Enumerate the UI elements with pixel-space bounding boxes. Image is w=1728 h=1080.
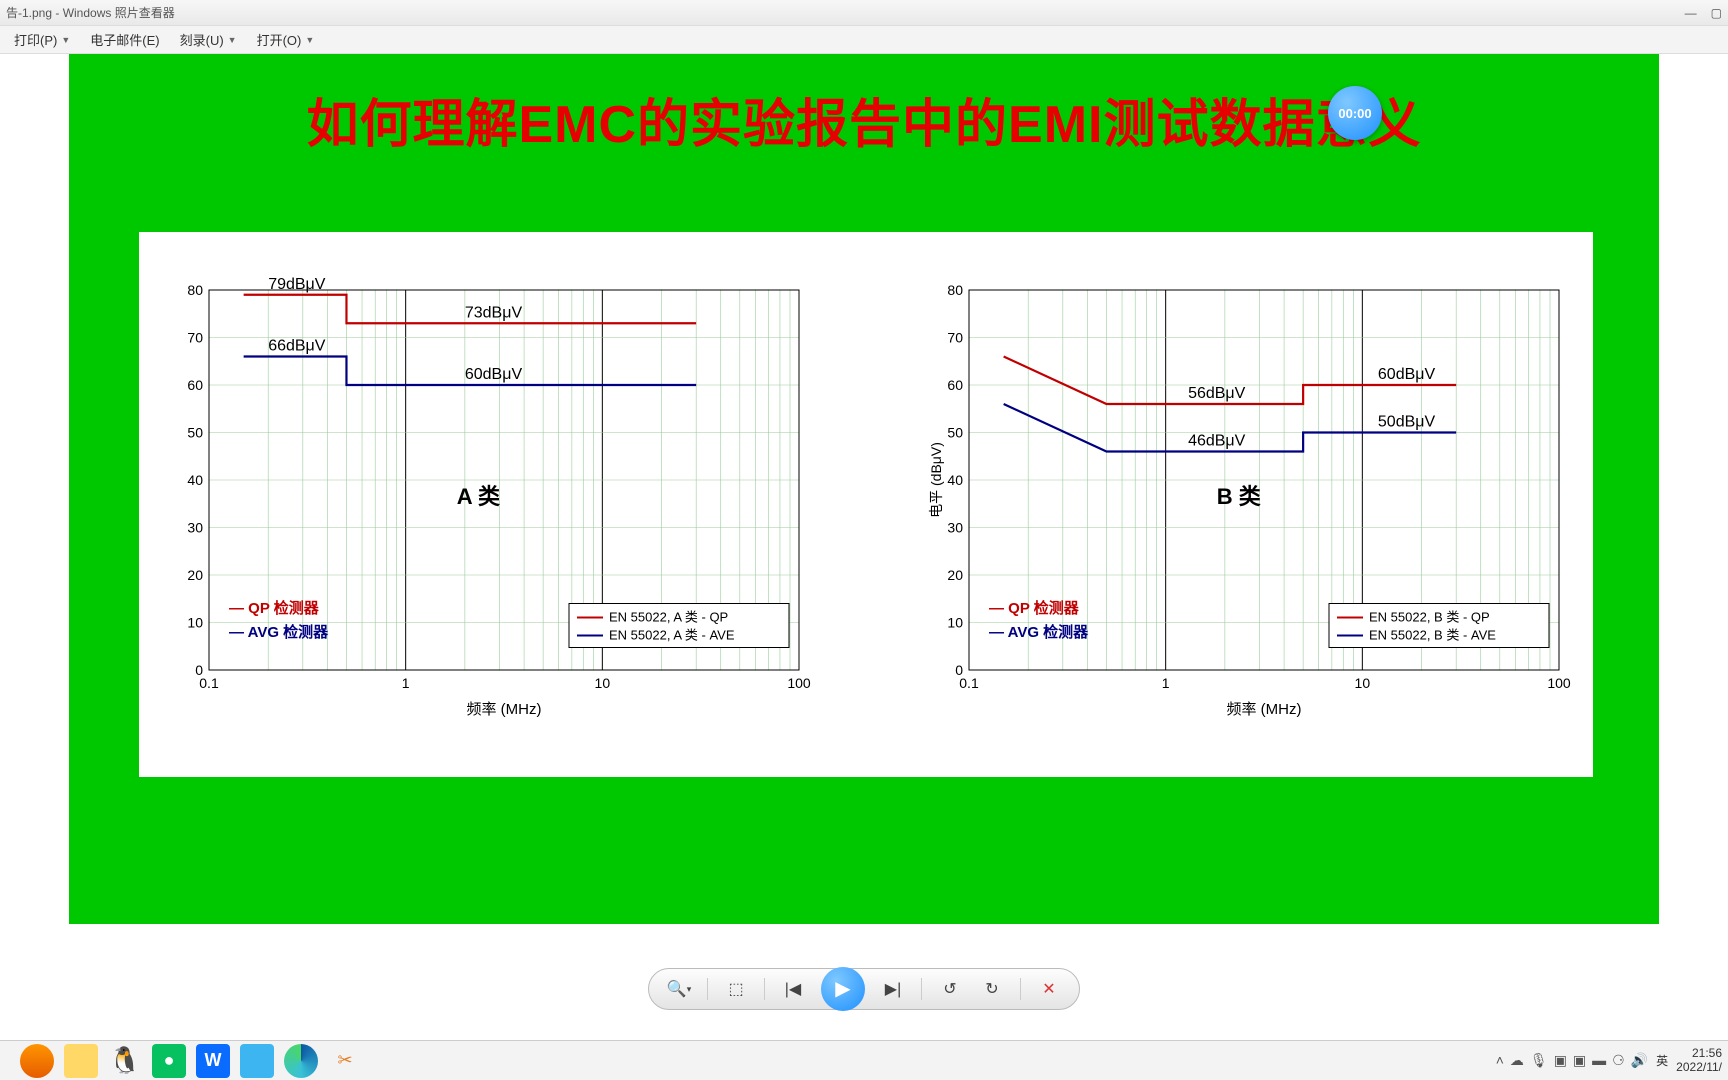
svg-text:1: 1 <box>402 675 410 691</box>
window-titlebar: 告-1.png - Windows 照片查看器 — ▢ <box>0 0 1728 26</box>
svg-text:EN 55022, A 类 - AVE: EN 55022, A 类 - AVE <box>609 628 735 643</box>
svg-text:70: 70 <box>947 330 963 346</box>
window-min[interactable]: — <box>1685 6 1697 20</box>
menu-open[interactable]: 打开(O)▼ <box>249 30 323 49</box>
window-title: 告-1.png - Windows 照片查看器 <box>6 4 175 21</box>
svg-text:EN 55022, A 类 - QP: EN 55022, A 类 - QP <box>609 610 728 625</box>
file-explorer-icon[interactable] <box>64 1044 98 1078</box>
menu-burn[interactable]: 刻录(U)▼ <box>172 30 245 49</box>
svg-text:70: 70 <box>187 330 203 346</box>
chart-class-a: 010203040506070800.1110100频率 (MHz)79dBμV… <box>169 270 819 770</box>
separator <box>764 978 765 1000</box>
fit-button[interactable]: ⬚ <box>722 975 750 1003</box>
chart-class-b: 010203040506070800.1110100频率 (MHz)电平 (dB… <box>929 270 1579 770</box>
svg-text:60: 60 <box>947 377 963 393</box>
taskbar-apps: 🐧 ● W ✂ <box>20 1044 362 1078</box>
svg-text:— QP 检测器: — QP 检测器 <box>989 599 1080 617</box>
svg-text:频率 (MHz): 频率 (MHz) <box>1227 701 1302 718</box>
photos-icon[interactable] <box>240 1044 274 1078</box>
taskbar: 🐧 ● W ✂ ˄ ☁ 🎙 ▣ ▣ ▬ ⚆ 🔊 英 21:56 2022/11/ <box>0 1040 1728 1080</box>
tray-icon[interactable]: ▣ <box>1573 1052 1586 1069</box>
svg-text:40: 40 <box>187 472 203 488</box>
next-button[interactable]: ▶| <box>879 975 907 1003</box>
chart-container: 010203040506070800.1110100频率 (MHz)79dBμV… <box>139 232 1593 777</box>
svg-text:30: 30 <box>947 520 963 536</box>
svg-text:EN 55022, B 类 - AVE: EN 55022, B 类 - AVE <box>1369 628 1496 643</box>
svg-text:B 类: B 类 <box>1217 484 1262 509</box>
svg-text:50: 50 <box>187 425 203 441</box>
viewer-toolbar: 🔍▾ ⬚ |◀ ▶ ▶| ↺ ↻ ✕ <box>648 968 1080 1010</box>
system-tray: ˄ ☁ 🎙 ▣ ▣ ▬ ⚆ 🔊 英 21:56 2022/11/ <box>1496 1047 1722 1073</box>
svg-text:0.1: 0.1 <box>199 675 219 691</box>
tray-clock[interactable]: 21:56 2022/11/ <box>1676 1047 1722 1073</box>
rotate-ccw-button[interactable]: ↺ <box>936 975 964 1003</box>
svg-text:30: 30 <box>187 520 203 536</box>
svg-text:EN 55022, B 类 - QP: EN 55022, B 类 - QP <box>1369 610 1490 625</box>
svg-text:1: 1 <box>1162 675 1170 691</box>
svg-text:56dBμV: 56dBμV <box>1188 385 1246 402</box>
ime-indicator[interactable]: 英 <box>1656 1052 1668 1069</box>
svg-text:50: 50 <box>947 425 963 441</box>
separator <box>1020 978 1021 1000</box>
svg-text:60dBμV: 60dBμV <box>465 366 523 383</box>
chevron-down-icon: ▼ <box>61 35 70 45</box>
tray-icon[interactable]: ▣ <box>1554 1052 1567 1069</box>
snip-icon[interactable]: ✂ <box>328 1044 362 1078</box>
separator <box>921 978 922 1000</box>
svg-text:— QP 检测器: — QP 检测器 <box>229 599 320 617</box>
photo-viewer-area: 如何理解EMC的实验报告中的EMI测试数据意义 0102030405060708… <box>0 54 1728 924</box>
zoom-button[interactable]: 🔍▾ <box>665 975 693 1003</box>
chevron-down-icon: ▼ <box>228 35 237 45</box>
svg-text:A 类: A 类 <box>457 484 501 509</box>
svg-text:79dBμV: 79dBμV <box>268 276 326 293</box>
chevron-down-icon: ▼ <box>305 35 314 45</box>
svg-text:100: 100 <box>1547 675 1571 691</box>
svg-text:10: 10 <box>595 675 611 691</box>
chevron-up-icon[interactable]: ˄ <box>1496 1052 1504 1069</box>
slideshow-button[interactable]: ▶ <box>821 967 865 1011</box>
wps-icon[interactable]: W <box>196 1044 230 1078</box>
prev-button[interactable]: |◀ <box>779 975 807 1003</box>
svg-text:0.1: 0.1 <box>959 675 979 691</box>
svg-text:— AVG 检测器: — AVG 检测器 <box>989 623 1089 641</box>
wifi-icon[interactable]: ⚆ <box>1612 1052 1625 1069</box>
edge-icon[interactable] <box>284 1044 318 1078</box>
svg-text:10: 10 <box>187 615 203 631</box>
separator <box>707 978 708 1000</box>
svg-text:46dBμV: 46dBμV <box>1188 433 1246 450</box>
wechat-icon[interactable]: ● <box>152 1044 186 1078</box>
svg-text:频率 (MHz): 频率 (MHz) <box>467 701 542 718</box>
battery-icon[interactable]: ▬ <box>1592 1052 1606 1069</box>
mic-icon[interactable]: 🎙 <box>1530 1052 1548 1069</box>
recording-timer-badge: 00:00 <box>1328 86 1382 140</box>
svg-text:— AVG 检测器: — AVG 检测器 <box>229 623 329 641</box>
svg-text:20: 20 <box>947 567 963 583</box>
menubar: 打印(P)▼ 电子邮件(E) 刻录(U)▼ 打开(O)▼ <box>0 26 1728 54</box>
svg-text:10: 10 <box>947 615 963 631</box>
svg-text:60: 60 <box>187 377 203 393</box>
slide-page: 如何理解EMC的实验报告中的EMI测试数据意义 0102030405060708… <box>69 54 1659 924</box>
slide-heading: 如何理解EMC的实验报告中的EMI测试数据意义 <box>69 82 1659 157</box>
svg-text:10: 10 <box>1355 675 1371 691</box>
svg-text:40: 40 <box>947 472 963 488</box>
menu-email[interactable]: 电子邮件(E) <box>82 30 167 49</box>
menu-print[interactable]: 打印(P)▼ <box>6 30 78 49</box>
window-max[interactable]: ▢ <box>1711 6 1722 20</box>
svg-text:100: 100 <box>787 675 811 691</box>
cloud-icon[interactable]: ☁ <box>1510 1052 1524 1069</box>
svg-text:73dBμV: 73dBμV <box>465 304 523 321</box>
svg-text:66dBμV: 66dBμV <box>268 338 326 355</box>
svg-text:电平 (dBμV): 电平 (dBμV) <box>928 442 944 518</box>
svg-text:20: 20 <box>187 567 203 583</box>
volume-icon[interactable]: 🔊 <box>1631 1052 1648 1069</box>
qq-icon[interactable]: 🐧 <box>108 1044 142 1078</box>
svg-text:80: 80 <box>187 282 203 298</box>
delete-button[interactable]: ✕ <box>1035 975 1063 1003</box>
svg-text:50dBμV: 50dBμV <box>1378 414 1436 431</box>
svg-text:80: 80 <box>947 282 963 298</box>
svg-text:60dBμV: 60dBμV <box>1378 366 1436 383</box>
firefox-icon[interactable] <box>20 1044 54 1078</box>
rotate-cw-button[interactable]: ↻ <box>978 975 1006 1003</box>
